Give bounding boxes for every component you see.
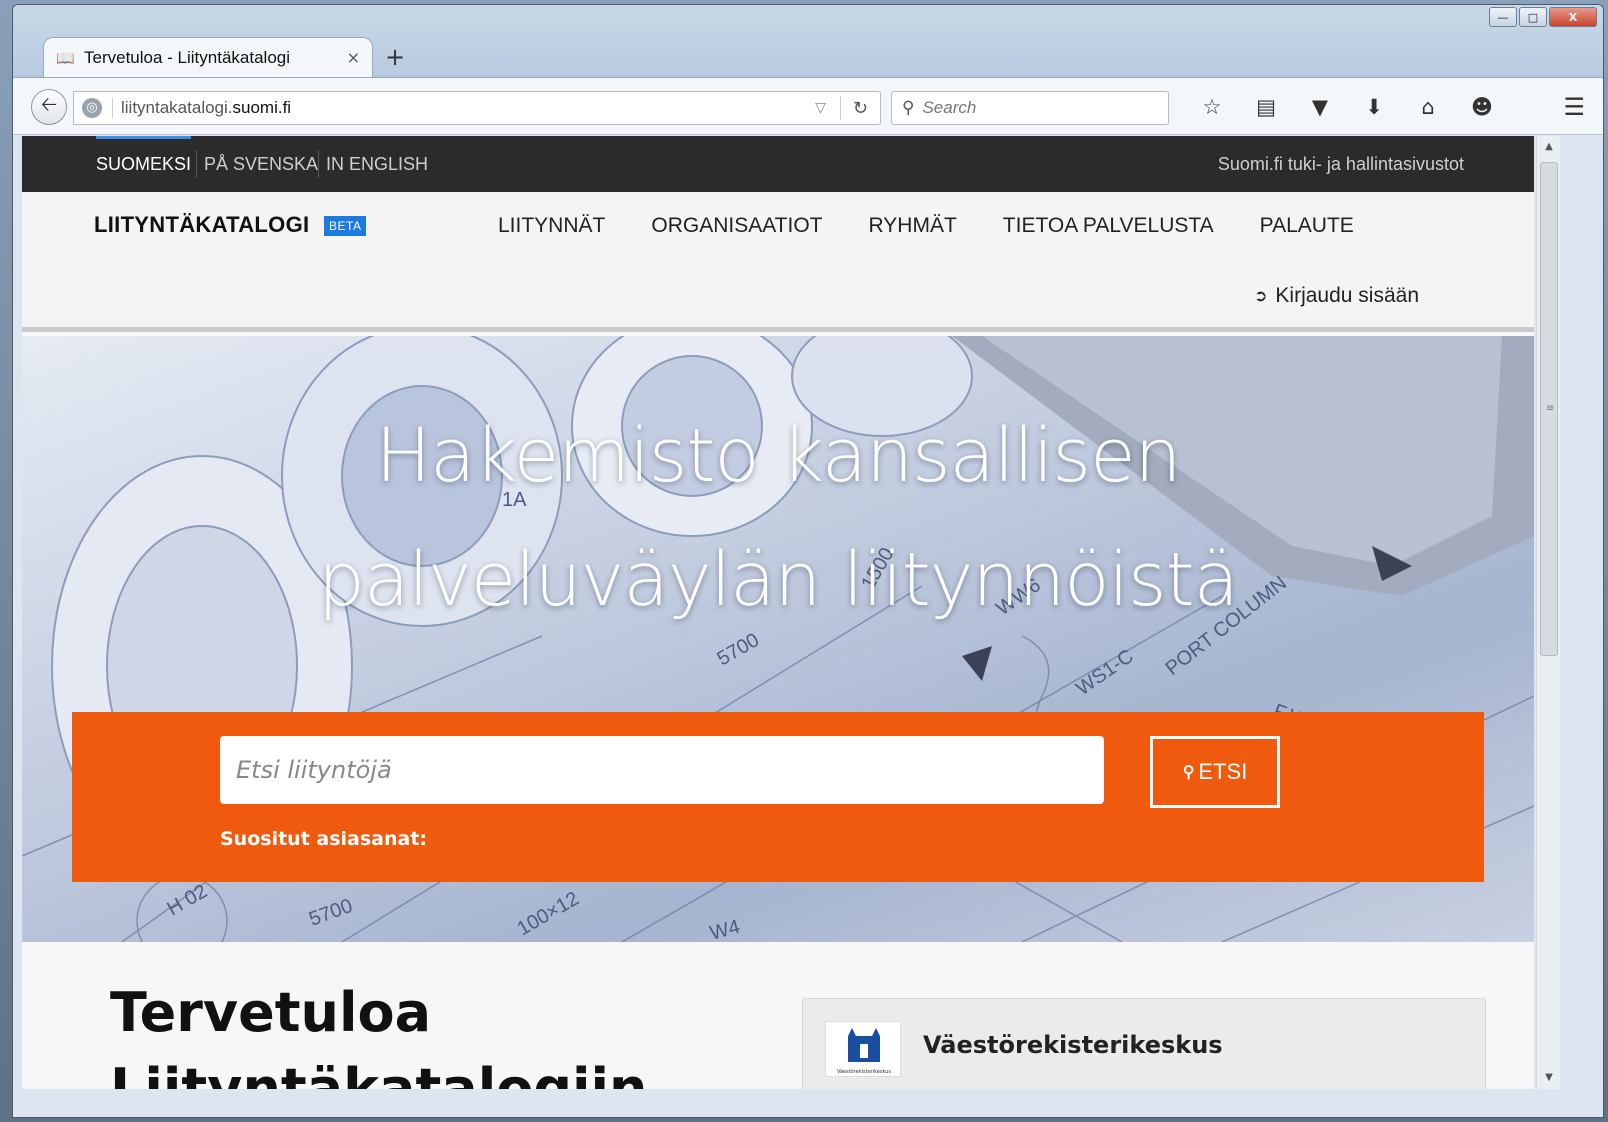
drawing-label: 5700 (306, 895, 355, 931)
lang-english[interactable]: IN ENGLISH (326, 136, 428, 192)
window-bottom-border (13, 1089, 1560, 1117)
reading-list-icon[interactable]: ▤ (1239, 92, 1293, 122)
drawing-label: W4 (708, 916, 743, 942)
nav-palaute[interactable]: PALAUTE (1260, 214, 1354, 238)
new-tab-button[interactable]: + (385, 43, 405, 71)
pocket-icon[interactable]: ▼ (1293, 92, 1347, 122)
scroll-down-arrow-icon[interactable]: ▼ (1537, 1067, 1561, 1089)
popular-keywords-label: Suositut asiasanat: (220, 828, 428, 850)
home-icon[interactable]: ⌂ (1401, 92, 1455, 122)
drawing-label: 100×12 (514, 888, 583, 941)
back-button[interactable]: 🡠 (31, 89, 67, 125)
main-navigation: LIITYNNÄT ORGANISAATIOT RYHMÄT TIETOA PA… (498, 214, 1400, 238)
search-button[interactable]: ⚲ ETSI (1150, 736, 1280, 808)
organization-card[interactable]: Väestörekisterikeskus Väestörekisterikes… (802, 998, 1486, 1089)
lang-svenska[interactable]: PÅ SVENSKA (204, 136, 318, 192)
minimize-button[interactable]: — (1489, 7, 1517, 27)
url-prefix: liityntakatalogi. (121, 98, 233, 117)
hero-title-line1: Hakemisto kansallisen (375, 413, 1181, 499)
maximize-button[interactable]: □ (1519, 7, 1547, 27)
site-logo-text[interactable]: LIITYNTÄKATALOGI (94, 212, 309, 238)
tab-close-icon[interactable]: × (347, 48, 360, 67)
support-link[interactable]: Suomi.fi tuki- ja hallintasivustot (1218, 136, 1464, 192)
lang-separator (318, 150, 319, 178)
sign-in-icon: ➲ (1254, 288, 1268, 305)
search-button-label: ETSI (1198, 759, 1248, 784)
reload-icon[interactable]: ↻ (853, 98, 868, 119)
organization-name[interactable]: Väestörekisterikeskus (923, 1031, 1223, 1059)
window-right-border (1560, 136, 1603, 1117)
chat-icon[interactable]: ☻ (1455, 92, 1509, 122)
page-viewport: SUOMEKSI PÅ SVENSKA IN ENGLISH Suomi.fi … (22, 136, 1534, 1089)
scroll-grip-icon: ≡ (1546, 403, 1555, 414)
back-arrow-icon: 🡠 (40, 92, 58, 116)
beta-badge: BETA (324, 216, 367, 236)
search-panel: ⚲ ETSI Suositut asiasanat: (72, 712, 1484, 882)
nav-organisaatiot[interactable]: ORGANISAATIOT (651, 214, 822, 238)
welcome-title: Tervetuloa (110, 981, 432, 1044)
drawing-label: WS1-C (1072, 645, 1137, 700)
nav-tietoa-palvelusta[interactable]: TIETOA PALVELUSTA (1003, 214, 1214, 238)
browser-window: — □ X 📖 Tervetuloa - Liityntäkatalogi × … (12, 4, 1604, 1118)
language-bar: SUOMEKSI PÅ SVENSKA IN ENGLISH Suomi.fi … (22, 136, 1534, 192)
url-domain: suomi.fi (232, 98, 292, 117)
search-icon: ⚲ (902, 98, 915, 118)
hamburger-menu-icon[interactable]: ☰ (1563, 92, 1585, 122)
organization-logo: Väestörekisterikeskus (825, 1021, 901, 1077)
org-emblem-icon: Väestörekisterikeskus (837, 1028, 891, 1075)
url-text[interactable]: liityntakatalogi.suomi.fi (121, 98, 815, 118)
window-controls: — □ X (1487, 7, 1597, 27)
hero-title-line2: palveluväylän liitynnöistä (318, 537, 1239, 623)
download-icon[interactable]: ⬇ (1347, 92, 1401, 122)
url-bar[interactable]: ◎ liityntakatalogi.suomi.fi ▽ ↻ (73, 91, 881, 125)
url-separator (112, 98, 113, 118)
nav-ryhmat[interactable]: RYHMÄT (869, 214, 957, 238)
welcome-title-line2: Liityntäkatalogiin (110, 1057, 648, 1089)
browser-tab-active[interactable]: 📖 Tervetuloa - Liityntäkatalogi × (43, 37, 373, 77)
browser-search-placeholder: Search (922, 98, 977, 117)
org-logo-caption: Väestörekisterikeskus (837, 1069, 891, 1075)
login-link[interactable]: ➲ Kirjaudu sisään (1254, 284, 1419, 308)
tab-title: Tervetuloa - Liityntäkatalogi (84, 47, 291, 67)
bookmark-star-icon[interactable]: ☆ (1185, 92, 1239, 122)
scroll-up-arrow-icon[interactable]: ▲ (1537, 136, 1561, 158)
search-icon: ⚲ (1182, 764, 1195, 781)
browser-navbar: 🡠 ◎ liityntakatalogi.suomi.fi ▽ ↻ ⚲ Sear… (13, 77, 1603, 135)
close-window-button[interactable]: X (1549, 7, 1597, 27)
browser-titlebar: — □ X 📖 Tervetuloa - Liityntäkatalogi × … (13, 5, 1603, 83)
url-dropdown-icon[interactable]: ▽ (815, 100, 826, 116)
lang-suomeksi[interactable]: SUOMEKSI (96, 136, 192, 192)
lang-separator (196, 150, 197, 178)
login-label: Kirjaudu sisään (1275, 284, 1419, 307)
nav-liitynnat[interactable]: LIITYNNÄT (498, 214, 605, 238)
browser-toolbar: ☆ ▤ ▼ ⬇ ⌂ ☻ (1185, 92, 1509, 122)
book-favicon-icon: 📖 (56, 48, 75, 67)
search-input[interactable] (220, 736, 1104, 804)
drawing-label: H 02 (164, 880, 212, 920)
scrollbar-thumb[interactable]: ≡ (1540, 162, 1558, 656)
hero-title: Hakemisto kansallisen palveluväylän liit… (22, 394, 1534, 642)
site-header: LIITYNTÄKATALOGI BETA LIITYNNÄT ORGANISA… (22, 192, 1534, 332)
vertical-scrollbar[interactable]: ▲ ≡ ▼ (1536, 136, 1560, 1089)
browser-search-input[interactable]: ⚲ Search (891, 91, 1169, 125)
hero-banner: 5700 WW6 WS1-C PORT COLUMN F.W.D. 1A 150… (22, 336, 1534, 942)
url-divider (839, 96, 841, 120)
globe-icon[interactable]: ◎ (82, 98, 102, 118)
